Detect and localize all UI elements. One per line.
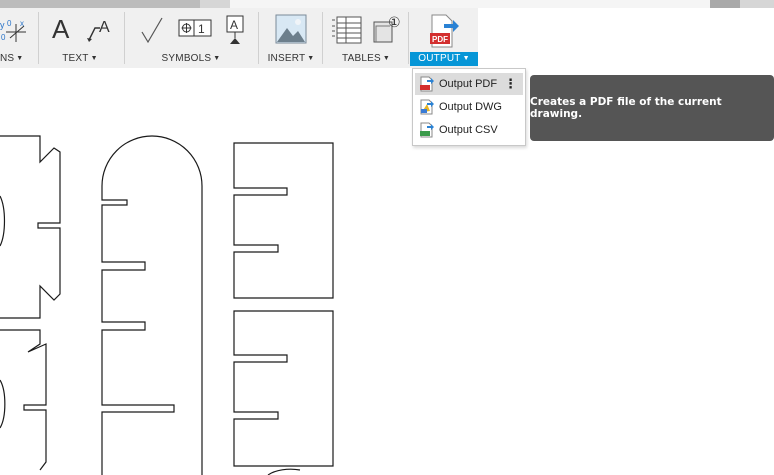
table-icon[interactable] [332,16,362,44]
hole-arc [0,379,6,429]
group-separator [38,12,39,64]
datum-identifier-icon[interactable]: A [224,14,246,46]
strip-segment [0,0,200,8]
group-label-text: NS [0,53,15,64]
pdf-file-icon [420,76,434,92]
strip-segment [230,0,710,8]
dimensions-group[interactable]: y 0 x 0 NS ▼ [0,8,36,68]
more-options-icon[interactable]: ⋮ [504,76,517,92]
dwg-file-icon [420,99,434,115]
sheet-part-outline [0,329,47,471]
group-separator [322,12,323,64]
output-group[interactable]: PDF OUTPUT ▼ [410,8,478,68]
window-top-strip [0,0,774,8]
balloon-bom-icon[interactable]: ① [370,12,406,46]
output-dropdown-menu: Output PDF ⋮ Output DWG Output CSV [412,68,526,146]
hole-arc [0,195,6,247]
dimensions-icon[interactable]: y 0 x 0 [0,14,30,44]
text-group-label[interactable]: TEXT ▼ [40,52,120,66]
tables-group[interactable]: ① TABLES ▼ [324,8,408,68]
ribbon-toolbar: y 0 x 0 NS ▼ A A TEXT ▼ 1 A SYMBOLS ▼ IN… [0,8,478,68]
group-label-text: INSERT [267,53,306,64]
surface-texture-icon[interactable] [140,16,166,44]
tooltip: Creates a PDF file of the current drawin… [530,75,774,141]
hole-arc [267,468,301,475]
caret-down-icon: ▼ [462,55,470,62]
tables-group-label[interactable]: TABLES ▼ [324,52,408,66]
menu-item-output-pdf[interactable]: Output PDF ⋮ [415,73,523,95]
text-icon[interactable]: A [52,14,69,45]
datum-letter: A [230,18,238,32]
menu-item-label: Output CSV [439,124,498,136]
menu-item-label: Output DWG [439,101,502,113]
group-label-text: TEXT [62,53,89,64]
caret-down-icon: ▼ [90,55,98,62]
group-separator [124,12,125,64]
leader-text-icon[interactable]: A [86,14,116,44]
insert-group-label[interactable]: INSERT ▼ [260,52,322,66]
insert-group[interactable]: INSERT ▼ [260,8,322,68]
svg-text:y: y [0,20,5,30]
output-group-label[interactable]: OUTPUT ▼ [410,52,478,66]
group-label-text: SYMBOLS [161,53,212,64]
feature-control-frame-icon[interactable]: 1 [178,18,212,38]
group-label-text: TABLES [342,53,381,64]
menu-item-output-dwg[interactable]: Output DWG [415,96,523,118]
balloon-number: ① [388,15,401,31]
text-group[interactable]: A A TEXT ▼ [40,8,120,68]
menu-item-output-csv[interactable]: Output CSV [415,119,523,141]
symbols-group[interactable]: 1 A SYMBOLS ▼ [126,8,256,68]
caret-down-icon: ▼ [213,55,221,62]
pdf-output-icon[interactable]: PDF [428,14,460,48]
sheet-part-outline [0,135,61,319]
caret-down-icon: ▼ [307,55,315,62]
group-separator [408,12,409,64]
sheet-part-outline [233,310,334,467]
menu-item-label: Output PDF [439,78,498,90]
leader-text-glyph: A [99,19,110,36]
symbols-group-label[interactable]: SYMBOLS ▼ [126,52,256,66]
svg-text:0: 0 [7,19,12,28]
dimensions-group-label[interactable]: NS ▼ [0,52,36,66]
tooltip-text: Creates a PDF file of the current drawin… [530,96,722,120]
group-label-text: OUTPUT [418,53,461,64]
fcf-value: 1 [198,22,205,36]
strip-segment [710,0,740,8]
pdf-glyph: PDF [432,35,448,44]
csv-file-icon [420,122,434,138]
group-separator [258,12,259,64]
sheet-part-outline [101,135,203,475]
svg-text:0: 0 [1,33,6,42]
sheet-part-outline [233,142,334,299]
insert-image-icon[interactable] [275,14,307,44]
caret-down-icon: ▼ [16,55,24,62]
caret-down-icon: ▼ [382,55,390,62]
